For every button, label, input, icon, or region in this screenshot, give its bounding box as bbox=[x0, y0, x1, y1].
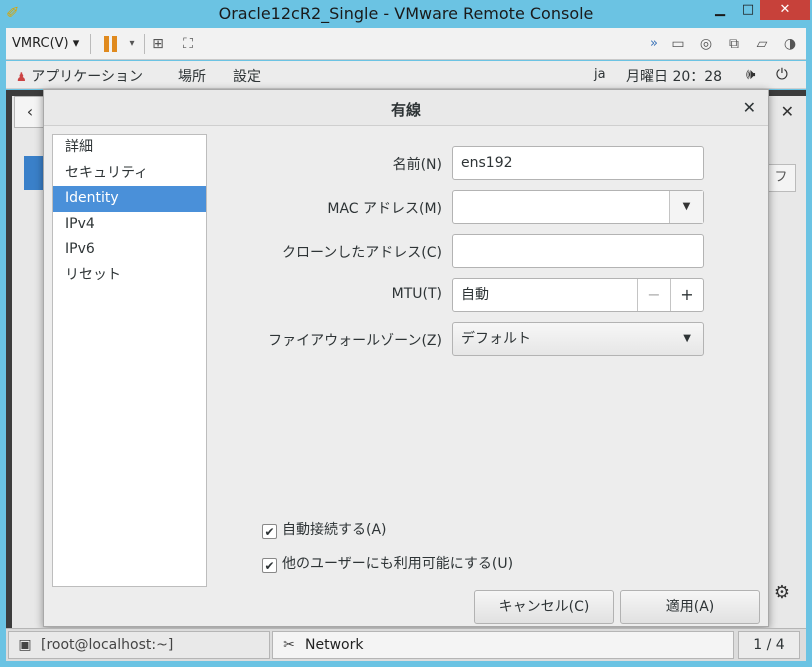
fullscreen-icon[interactable]: ⛶ bbox=[178, 34, 198, 54]
checkmark-icon[interactable]: ✔ bbox=[262, 524, 277, 539]
dialog-title: 有線 bbox=[390, 101, 421, 119]
window-title: Oracle12cR2_Single - VMware Remote Conso… bbox=[218, 4, 594, 23]
clone-row: クローンしたアドレス(C) bbox=[224, 234, 704, 268]
sound-card-icon[interactable]: ◑ bbox=[780, 34, 800, 54]
firewall-zone-row: ファイアウォールゾーン(Z) デフォルト ▼ bbox=[224, 322, 704, 356]
pause-dropdown-icon[interactable]: ▾ bbox=[122, 34, 142, 54]
minimize-button[interactable]: ▁ bbox=[706, 0, 734, 20]
dialog-header: 有線 ✕ bbox=[44, 90, 768, 126]
mtu-decrement-button[interactable]: − bbox=[637, 279, 670, 311]
toolbar-separator bbox=[90, 34, 91, 54]
toolbar-separator bbox=[144, 34, 145, 54]
dialog-close-button[interactable]: ✕ bbox=[743, 98, 756, 117]
applications-label: アプリケーション bbox=[31, 69, 143, 85]
cancel-button[interactable]: キャンセル(C) bbox=[474, 590, 614, 624]
apply-button[interactable]: 適用(A) bbox=[620, 590, 760, 624]
firewall-zone-value: デフォルト bbox=[461, 331, 531, 347]
terminal-icon: ▣ bbox=[18, 637, 32, 653]
auto-connect-checkbox[interactable]: ✔ 自動接続する(A) bbox=[262, 519, 387, 541]
back-button[interactable]: ‹ bbox=[14, 96, 46, 128]
network-adapter-icon[interactable]: ⧉ bbox=[724, 34, 744, 54]
taskbar-network-label: Network bbox=[305, 637, 364, 653]
mac-row: MAC アドレス(M) ▼ bbox=[224, 190, 704, 224]
places-menu[interactable]: 場所 bbox=[178, 66, 206, 86]
chevron-down-icon[interactable]: ▼ bbox=[669, 191, 703, 223]
pause-icon[interactable] bbox=[104, 36, 118, 52]
settings-menu[interactable]: 設定 bbox=[233, 66, 261, 86]
message-icon[interactable]: ▱ bbox=[752, 34, 772, 54]
vmrc-menu-button[interactable]: VMRC(V) ▾ bbox=[12, 34, 79, 54]
all-users-label: 他のユーザーにも利用可能にする(U) bbox=[282, 556, 514, 572]
name-row: 名前(N) ens192 bbox=[224, 146, 704, 180]
send-ctrl-alt-del-icon[interactable]: ⊞ bbox=[148, 34, 168, 54]
input-language-indicator[interactable]: ja bbox=[594, 67, 606, 82]
chevron-down-icon: ▼ bbox=[683, 333, 691, 344]
bottom-taskbar: ▣ [root@localhost:~] ✂ Network 1 / 4 bbox=[6, 628, 806, 661]
sidebar-item-security[interactable]: セキュリティ bbox=[53, 161, 206, 187]
mac-address-combo[interactable]: ▼ bbox=[452, 190, 704, 224]
window-titlebar: ✐ Oracle12cR2_Single - VMware Remote Con… bbox=[0, 0, 812, 28]
settings-sidebar: 詳細 セキュリティ Identity IPv4 IPv6 リセット bbox=[52, 134, 207, 587]
vmrc-toolbar: VMRC(V) ▾ ▾ ⊞ ⛶ » ▭ ◎ ⧉ ▱ ◑ bbox=[6, 28, 806, 60]
gnome-foot-icon: ♟ bbox=[16, 70, 27, 84]
sidebar-item-ipv4[interactable]: IPv4 bbox=[53, 212, 206, 238]
cloned-address-label: クローンしたアドレス(C) bbox=[282, 245, 442, 261]
applications-menu[interactable]: ♟ アプリケーション bbox=[16, 66, 143, 86]
name-input[interactable]: ens192 bbox=[452, 146, 704, 180]
background-close-icon[interactable]: ✕ bbox=[781, 102, 794, 121]
gear-icon[interactable]: ⚙ bbox=[774, 582, 790, 603]
sidebar-item-details[interactable]: 詳細 bbox=[53, 135, 206, 161]
more-devices-icon[interactable]: » bbox=[650, 34, 658, 54]
taskbar-terminal-label: [root@localhost:~] bbox=[41, 637, 174, 653]
taskbar-item-terminal[interactable]: ▣ [root@localhost:~] bbox=[8, 631, 270, 659]
maximize-button[interactable]: □ bbox=[734, 0, 762, 20]
workspace-pager[interactable]: 1 / 4 bbox=[738, 631, 800, 659]
mtu-spinbutton[interactable]: 自動 − + bbox=[452, 278, 704, 312]
mtu-label: MTU(T) bbox=[391, 286, 442, 302]
auto-connect-label: 自動接続する(A) bbox=[282, 522, 387, 538]
cloned-address-input[interactable] bbox=[452, 234, 704, 268]
clock[interactable]: 月曜日 20：28 bbox=[626, 66, 722, 86]
mtu-row: MTU(T) 自動 − + bbox=[224, 278, 704, 312]
firewall-zone-label: ファイアウォールゾーン(Z) bbox=[268, 333, 442, 349]
gnome-top-bar: ♟ アプリケーション 場所 設定 ja 月曜日 20：28 🕪 ⏻ bbox=[6, 61, 806, 89]
firewall-zone-dropdown[interactable]: デフォルト ▼ bbox=[452, 322, 704, 356]
name-label: 名前(N) bbox=[392, 157, 442, 173]
sidebar-item-ipv6[interactable]: IPv6 bbox=[53, 237, 206, 263]
taskbar-item-network[interactable]: ✂ Network bbox=[272, 631, 734, 659]
wired-settings-dialog: 有線 ✕ 詳細 セキュリティ Identity IPv4 IPv6 リセット 名… bbox=[43, 89, 769, 627]
volume-icon[interactable]: 🕪 bbox=[746, 65, 755, 83]
checkmark-icon[interactable]: ✔ bbox=[262, 558, 277, 573]
hard-disk-icon[interactable]: ▭ bbox=[668, 34, 688, 54]
tools-icon: ✂ bbox=[283, 637, 295, 653]
power-icon[interactable]: ⏻ bbox=[776, 65, 788, 83]
window-close-button[interactable]: ✕ bbox=[760, 0, 810, 20]
mac-address-label: MAC アドレス(M) bbox=[327, 201, 442, 217]
all-users-checkbox[interactable]: ✔ 他のユーザーにも利用可能にする(U) bbox=[262, 553, 513, 575]
cd-rom-icon[interactable]: ◎ bbox=[696, 34, 716, 54]
mtu-value: 自動 bbox=[461, 287, 489, 303]
sidebar-item-reset[interactable]: リセット bbox=[53, 263, 206, 289]
sidebar-item-identity[interactable]: Identity bbox=[53, 186, 206, 212]
background-tab[interactable]: フ bbox=[766, 164, 796, 192]
mtu-increment-button[interactable]: + bbox=[670, 279, 703, 311]
